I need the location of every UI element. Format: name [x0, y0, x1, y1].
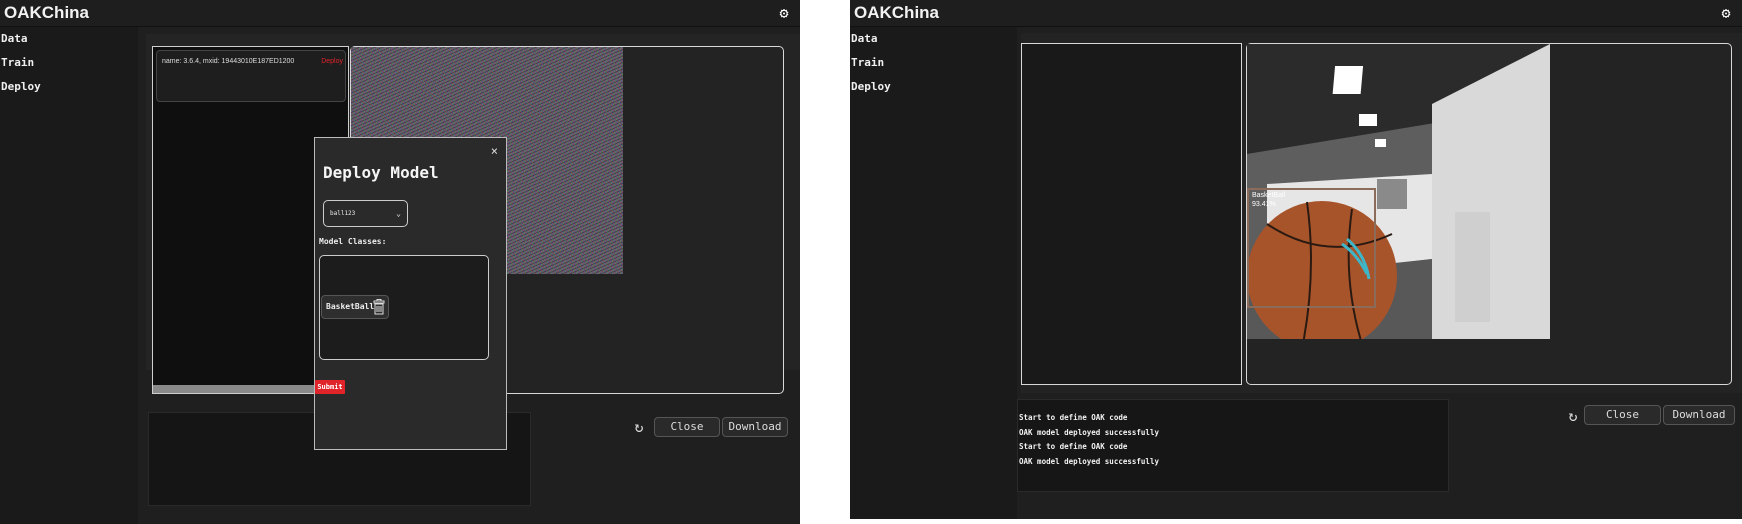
trash-icon[interactable]: [373, 299, 385, 315]
sidebar-item-data[interactable]: Data: [0, 27, 138, 51]
sidebar-item-deploy[interactable]: Deploy: [850, 75, 1017, 99]
app-logo: OAKChina: [4, 3, 89, 22]
sidebar: Data Train Deploy: [0, 27, 138, 524]
log-line: OAK model deployed successfully: [1019, 456, 1159, 466]
left-app-window: OAKChina ⚙ Data Train Deploy name: 3.6.4…: [0, 0, 800, 524]
device-list-panel: [1021, 43, 1242, 385]
modal-title: Deploy Model: [323, 163, 439, 182]
download-button[interactable]: Download: [722, 417, 788, 437]
top-bar: OAKChina ⚙: [0, 0, 800, 27]
log-line: Start to define OAK code: [1019, 413, 1128, 422]
detection-label: BasketBall: [1252, 192, 1286, 199]
submit-button[interactable]: Submit: [315, 380, 345, 394]
sidebar-item-train[interactable]: Train: [850, 51, 1017, 75]
app-logo: OAKChina: [854, 3, 939, 22]
chevron-down-icon: ⌄: [396, 209, 401, 218]
model-select[interactable]: ball123 ⌄: [323, 200, 408, 227]
log-panel: Start to define OAK code OAK model deplo…: [1017, 399, 1449, 492]
sidebar: Data Train Deploy: [850, 27, 1017, 519]
right-app-window: OAKChina ⚙ Data Train Deploy BasketBall …: [850, 0, 1742, 519]
class-chip-label: BasketBall: [326, 302, 375, 311]
main-content: BasketBall 93.41% Start to define OAK co…: [1017, 27, 1742, 519]
close-button[interactable]: Close: [1584, 405, 1661, 425]
top-bar: OAKChina ⚙: [850, 0, 1742, 27]
sidebar-item-data[interactable]: Data: [850, 27, 1017, 51]
model-classes-box: BasketBall: [319, 255, 489, 360]
deploy-model-modal: × Deploy Model ball123 ⌄ Model Classes: …: [314, 137, 507, 450]
gear-icon[interactable]: ⚙: [776, 5, 792, 21]
log-line: Start to define OAK code: [1019, 442, 1128, 451]
device-card[interactable]: name: 3.6.4, mxid: 19443010E187ED1200 De…: [156, 50, 346, 102]
device-info: name: 3.6.4, mxid: 19443010E187ED1200: [162, 58, 295, 65]
download-button[interactable]: Download: [1663, 405, 1735, 425]
sidebar-item-deploy[interactable]: Deploy: [0, 75, 138, 99]
sidebar-item-train[interactable]: Train: [0, 51, 138, 75]
close-button[interactable]: Close: [654, 417, 720, 437]
refresh-icon[interactable]: ↻: [631, 419, 647, 435]
deploy-link[interactable]: Deploy: [321, 58, 343, 65]
model-classes-label: Model Classes:: [319, 237, 387, 246]
log-line: OAK model deployed successfully: [1019, 427, 1159, 437]
gear-icon[interactable]: ⚙: [1718, 5, 1734, 21]
camera-frame-image: [1247, 44, 1550, 339]
detection-confidence: 93.41%: [1252, 201, 1276, 208]
refresh-icon[interactable]: ↻: [1565, 408, 1581, 424]
class-chip: BasketBall: [321, 295, 389, 319]
camera-preview-panel: BasketBall 93.41%: [1246, 43, 1732, 385]
model-select-value: ball123: [330, 210, 356, 217]
close-icon[interactable]: ×: [491, 144, 498, 158]
